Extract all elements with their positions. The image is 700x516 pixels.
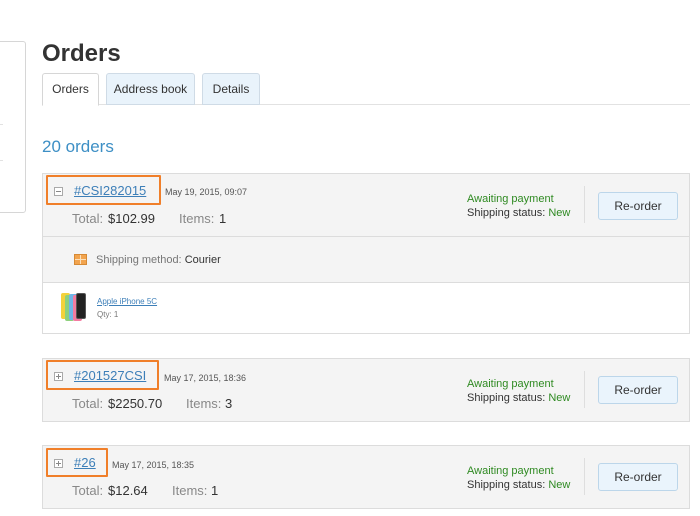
shipping-status-value: New	[548, 479, 571, 491]
sidebar-divider	[0, 160, 3, 161]
shipping-status-value: New	[548, 207, 571, 219]
order-number-link[interactable]: #26	[74, 455, 96, 470]
plus-box-icon[interactable]	[54, 459, 63, 468]
plus-box-icon[interactable]	[54, 372, 63, 381]
shipping-status-label: Shipping status:	[467, 479, 546, 491]
tab-details[interactable]: Details	[202, 73, 260, 105]
account-sidebar	[0, 41, 26, 213]
shipping-status: Shipping status: New	[467, 479, 570, 491]
product-name-link[interactable]: Apple iPhone 5C	[97, 297, 157, 306]
divider	[584, 458, 585, 495]
tab-address-book[interactable]: Address book	[106, 73, 195, 105]
order-header: #201527CSI May 17, 2015, 18:36 Total: $2…	[43, 359, 689, 421]
shipping-status-label: Shipping status:	[467, 392, 546, 404]
divider	[584, 371, 585, 408]
total-label: Total:	[72, 396, 104, 411]
order-total: $12.64	[108, 483, 148, 498]
shipping-status: Shipping status: New	[467, 392, 570, 404]
order-total: $102.99	[108, 211, 155, 226]
items-label: Items:	[172, 483, 208, 498]
items-label: Items:	[179, 211, 215, 226]
order-date: May 17, 2015, 18:35	[112, 460, 195, 470]
sidebar-divider	[0, 124, 3, 125]
order-date: May 17, 2015, 18:36	[164, 373, 247, 383]
reorder-button[interactable]: Re-order	[598, 463, 678, 491]
items-label: Items:	[186, 396, 222, 411]
shipping-method-row: Shipping method: Courier	[43, 236, 689, 282]
order-card: #201527CSI May 17, 2015, 18:36 Total: $2…	[42, 358, 690, 422]
order-items-count: 1	[211, 483, 219, 498]
total-label: Total:	[72, 211, 104, 226]
product-qty: Qty: 1	[97, 310, 119, 319]
order-total: $2250.70	[108, 396, 163, 411]
minus-box-icon[interactable]	[54, 187, 63, 196]
order-number-link[interactable]: #201527CSI	[74, 368, 146, 383]
package-icon	[74, 254, 87, 265]
order-header: #26 May 17, 2015, 18:35 Total: $12.64 It…	[43, 446, 689, 508]
shipping-status-label: Shipping status:	[467, 207, 546, 219]
order-card: #26 May 17, 2015, 18:35 Total: $12.64 It…	[42, 445, 690, 509]
payment-status: Awaiting payment	[467, 465, 554, 477]
page-title: Orders	[42, 40, 121, 67]
order-number-link[interactable]: #CSI282015	[74, 183, 146, 198]
shipping-method: Shipping method: Courier	[96, 254, 221, 266]
account-tabs: Orders Address book Details	[42, 73, 690, 106]
order-items-count: 1	[219, 211, 227, 226]
payment-status: Awaiting payment	[467, 193, 554, 205]
order-items-count: 3	[225, 396, 233, 411]
payment-status: Awaiting payment	[467, 378, 554, 390]
shipping-method-value: Courier	[184, 254, 221, 266]
orders-count: 20 orders	[42, 137, 114, 156]
order-card: #CSI282015 May 19, 2015, 09:07 Total: $1…	[42, 173, 690, 334]
shipping-method-label: Shipping method:	[96, 254, 182, 266]
total-label: Total:	[72, 483, 104, 498]
order-header: #CSI282015 May 19, 2015, 09:07 Total: $1…	[43, 174, 689, 236]
divider	[584, 186, 585, 223]
shipping-status: Shipping status: New	[467, 207, 570, 219]
order-date: May 19, 2015, 09:07	[165, 187, 248, 197]
product-row: Apple iPhone 5C Qty: 1	[43, 282, 689, 333]
shipping-status-value: New	[548, 392, 571, 404]
reorder-button[interactable]: Re-order	[598, 376, 678, 404]
tab-orders[interactable]: Orders	[42, 73, 99, 106]
reorder-button[interactable]: Re-order	[598, 192, 678, 220]
